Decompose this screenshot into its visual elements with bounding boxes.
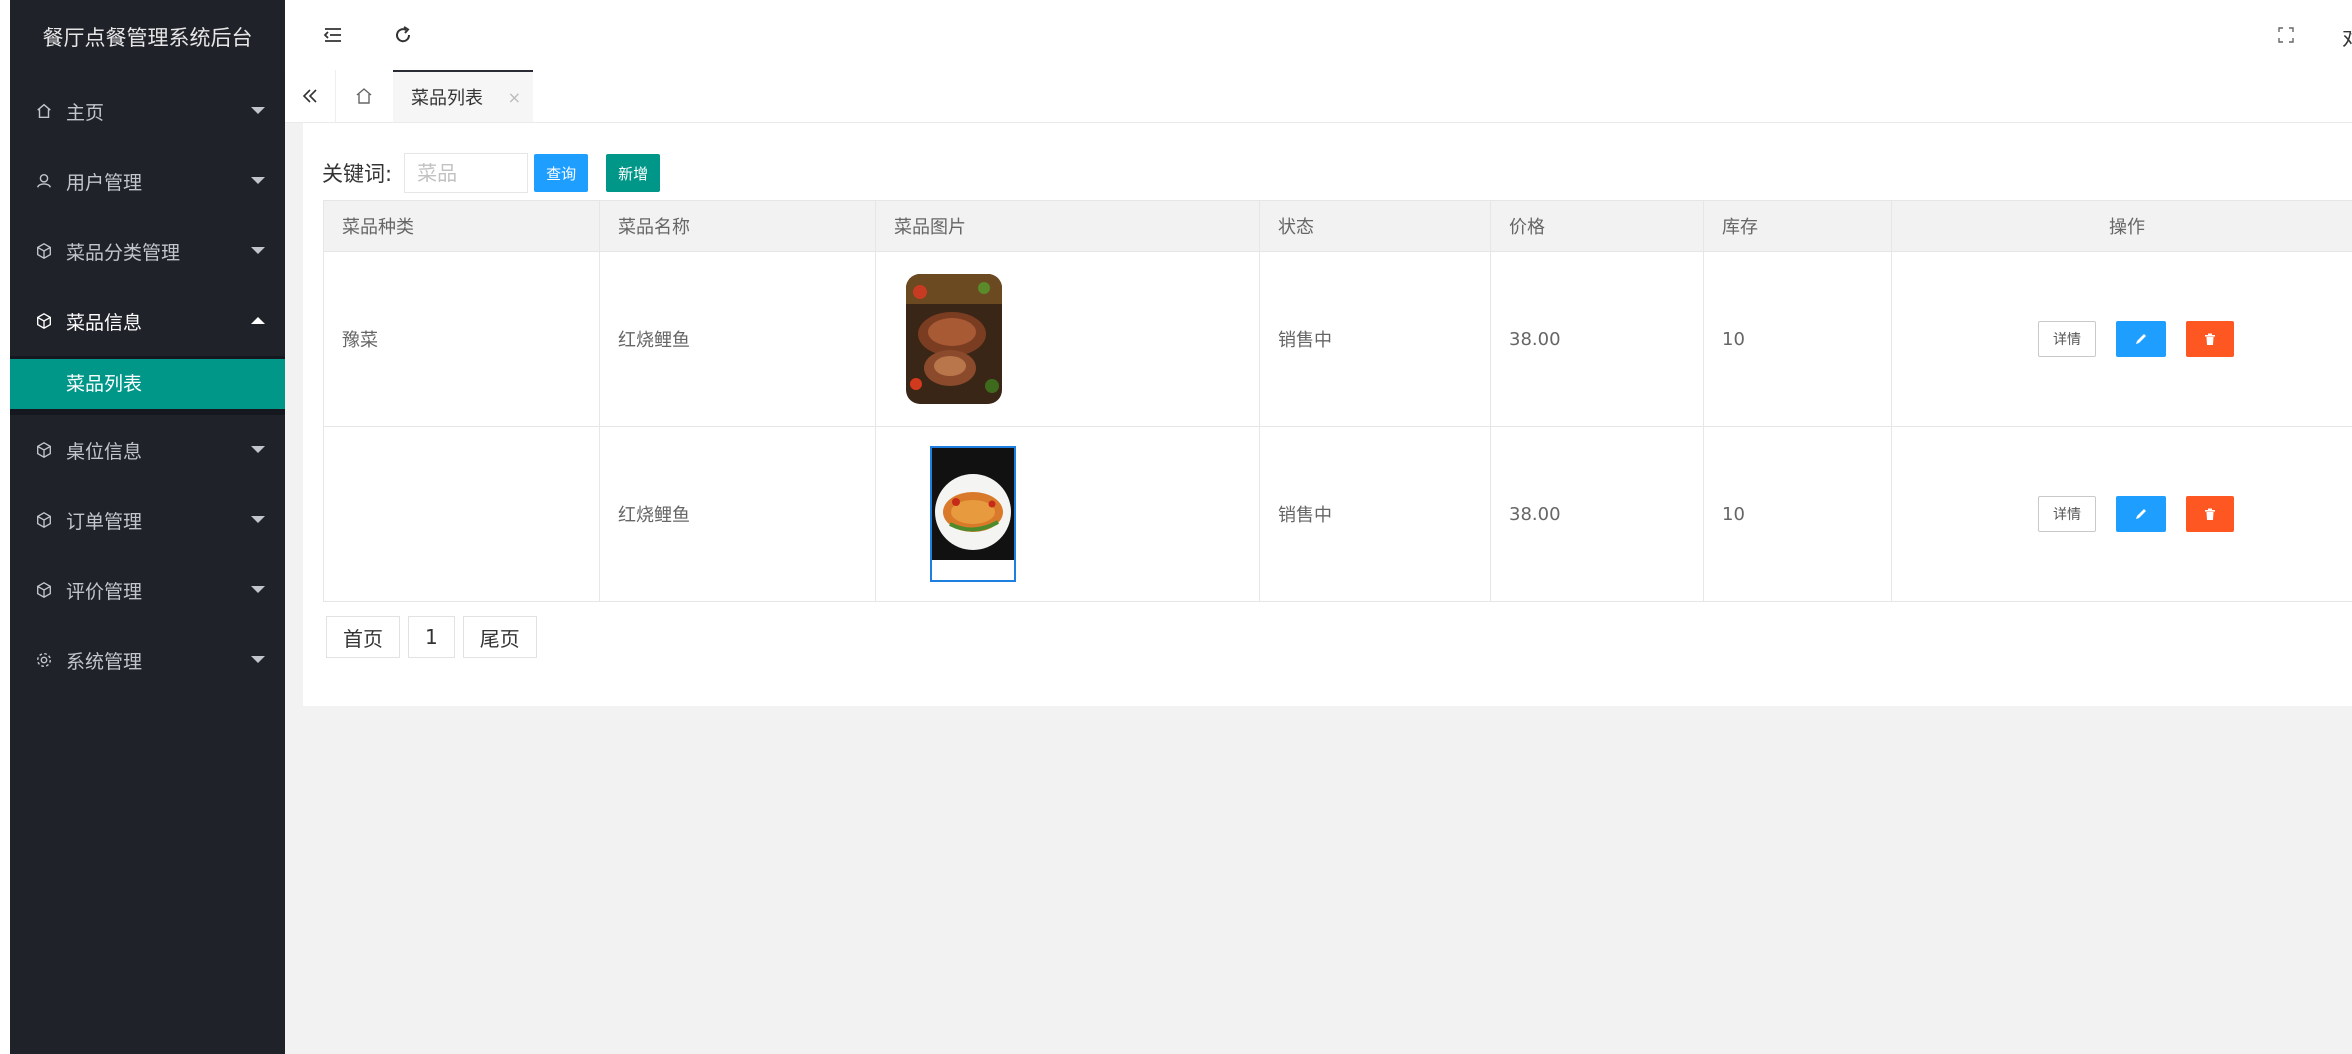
table-header-row: 菜品种类 菜品名称 菜品图片 状态 价格 库存 操作 (323, 200, 2352, 252)
sidebar-item-category[interactable]: 菜品分类管理 (10, 216, 285, 286)
page-number-button[interactable]: 1 (408, 616, 455, 658)
user-icon (34, 171, 54, 191)
sidebar-item-home[interactable]: 主页 (10, 76, 285, 146)
menu-fold-icon (322, 24, 344, 46)
sidebar-item-label: 评价管理 (66, 580, 143, 603)
column-header: 菜品名称 (599, 200, 876, 252)
column-header: 操作 (1891, 200, 2352, 252)
dish-table: 菜品种类 菜品名称 菜品图片 状态 价格 库存 操作 豫菜 红烧鲤鱼 销售中 3… (323, 200, 2352, 602)
pencil-icon (2133, 506, 2149, 522)
pagination: 首页 1 尾页 (326, 616, 545, 658)
double-chevron-left-icon (300, 86, 320, 106)
edit-button[interactable] (2116, 496, 2166, 532)
price-cell: 38.00 (1490, 251, 1704, 427)
status-cell: 销售中 (1259, 251, 1491, 427)
chevron-down-icon (251, 446, 265, 453)
column-header: 菜品种类 (323, 200, 600, 252)
delete-button[interactable] (2186, 321, 2234, 357)
tab-bar: 菜品列表 × (285, 70, 2352, 123)
delete-button[interactable] (2186, 496, 2234, 532)
detail-button[interactable]: 详情 (2038, 321, 2096, 357)
operations-cell: 详情 (1891, 426, 2352, 602)
chevron-down-icon (251, 516, 265, 523)
sidebar-item-reviews[interactable]: 评价管理 (10, 555, 285, 625)
refresh-icon (392, 24, 414, 46)
fullscreen-icon (2275, 24, 2297, 46)
table-row: 红烧鲤鱼 销售中 38.00 10 详情 (323, 426, 2352, 602)
chevron-down-icon (251, 656, 265, 663)
image-cell (875, 251, 1260, 427)
tab-scroll-left-button[interactable] (285, 70, 336, 122)
chevron-down-icon (251, 177, 265, 184)
sidebar-item-users[interactable]: 用户管理 (10, 146, 285, 216)
first-page-button[interactable]: 首页 (326, 616, 400, 658)
column-header: 库存 (1703, 200, 1892, 252)
chevron-down-icon (251, 107, 265, 114)
dish-image (930, 446, 1016, 582)
column-header: 价格 (1490, 200, 1704, 252)
last-page-button[interactable]: 尾页 (462, 616, 537, 658)
home-icon (354, 86, 374, 106)
topbar (285, 0, 2352, 71)
detail-button[interactable]: 详情 (2038, 496, 2096, 532)
home-icon (34, 101, 54, 121)
app-title: 餐厅点餐管理系统后台 (42, 26, 253, 50)
image-cell (875, 426, 1260, 602)
query-button[interactable]: 查询 (534, 154, 589, 192)
column-header: 状态 (1259, 200, 1491, 252)
submenu: 菜品列表 (10, 356, 285, 415)
dish-image (906, 274, 1002, 404)
search-input[interactable] (404, 153, 529, 193)
refresh-button[interactable] (385, 17, 421, 53)
category-cell: 豫菜 (323, 251, 600, 427)
cube-icon (34, 440, 54, 460)
sidebar-subitem-dish-list[interactable]: 菜品列表 (10, 359, 285, 409)
topbar-user-text[interactable]: 对 (2342, 22, 2352, 51)
search-bar: 关键词: 查询 新增 (322, 152, 661, 194)
cube-icon (34, 241, 54, 261)
sidebar-item-label: 订单管理 (66, 510, 143, 533)
sidebar-item-label: 菜品信息 (66, 311, 143, 334)
sidebar: 餐厅点餐管理系统后台 主页 用户管理 菜品分类管理 菜品信息 菜品列表 桌位信息… (10, 0, 285, 1054)
sidebar-item-label: 系统管理 (66, 650, 143, 673)
cube-icon (34, 311, 54, 331)
status-cell: 销售中 (1259, 426, 1491, 602)
sidebar-item-orders[interactable]: 订单管理 (10, 485, 285, 555)
operations-cell: 详情 (1891, 251, 2352, 427)
pencil-icon (2133, 331, 2149, 347)
sidebar-item-label: 菜品分类管理 (66, 241, 181, 264)
name-cell: 红烧鲤鱼 (599, 426, 876, 602)
sidebar-item-label: 主页 (66, 101, 105, 124)
tab-home-button[interactable] (335, 70, 394, 122)
cube-icon (34, 580, 54, 600)
sidebar-item-dish-info[interactable]: 菜品信息 (10, 286, 285, 356)
chevron-down-icon (251, 586, 265, 593)
sidebar-item-system[interactable]: 系统管理 (10, 625, 285, 695)
sidebar-item-tables[interactable]: 桌位信息 (10, 415, 285, 485)
name-cell: 红烧鲤鱼 (599, 251, 876, 427)
keyword-label: 关键词: (322, 162, 393, 186)
chevron-up-icon (251, 317, 265, 324)
close-icon[interactable]: × (508, 88, 521, 107)
sidebar-item-label: 用户管理 (66, 171, 143, 194)
stock-cell: 10 (1703, 426, 1892, 602)
window-edge (0, 0, 10, 1054)
stock-cell: 10 (1703, 251, 1892, 427)
trash-icon (2202, 506, 2218, 522)
chevron-down-icon (251, 247, 265, 254)
column-header: 菜品图片 (875, 200, 1260, 252)
add-button[interactable]: 新增 (606, 154, 661, 192)
fullscreen-button[interactable] (2268, 17, 2304, 53)
sidebar-item-label: 桌位信息 (66, 440, 143, 463)
gear-icon (34, 650, 54, 670)
table-row: 豫菜 红烧鲤鱼 销售中 38.00 10 详情 (323, 251, 2352, 427)
category-cell (323, 426, 600, 602)
trash-icon (2202, 331, 2218, 347)
price-cell: 38.00 (1490, 426, 1704, 602)
cube-icon (34, 510, 54, 530)
edit-button[interactable] (2116, 321, 2166, 357)
tab-label: 菜品列表 (411, 88, 483, 109)
tab-dish-list[interactable]: 菜品列表 × (393, 70, 533, 122)
menu-fold-button[interactable] (315, 17, 351, 53)
